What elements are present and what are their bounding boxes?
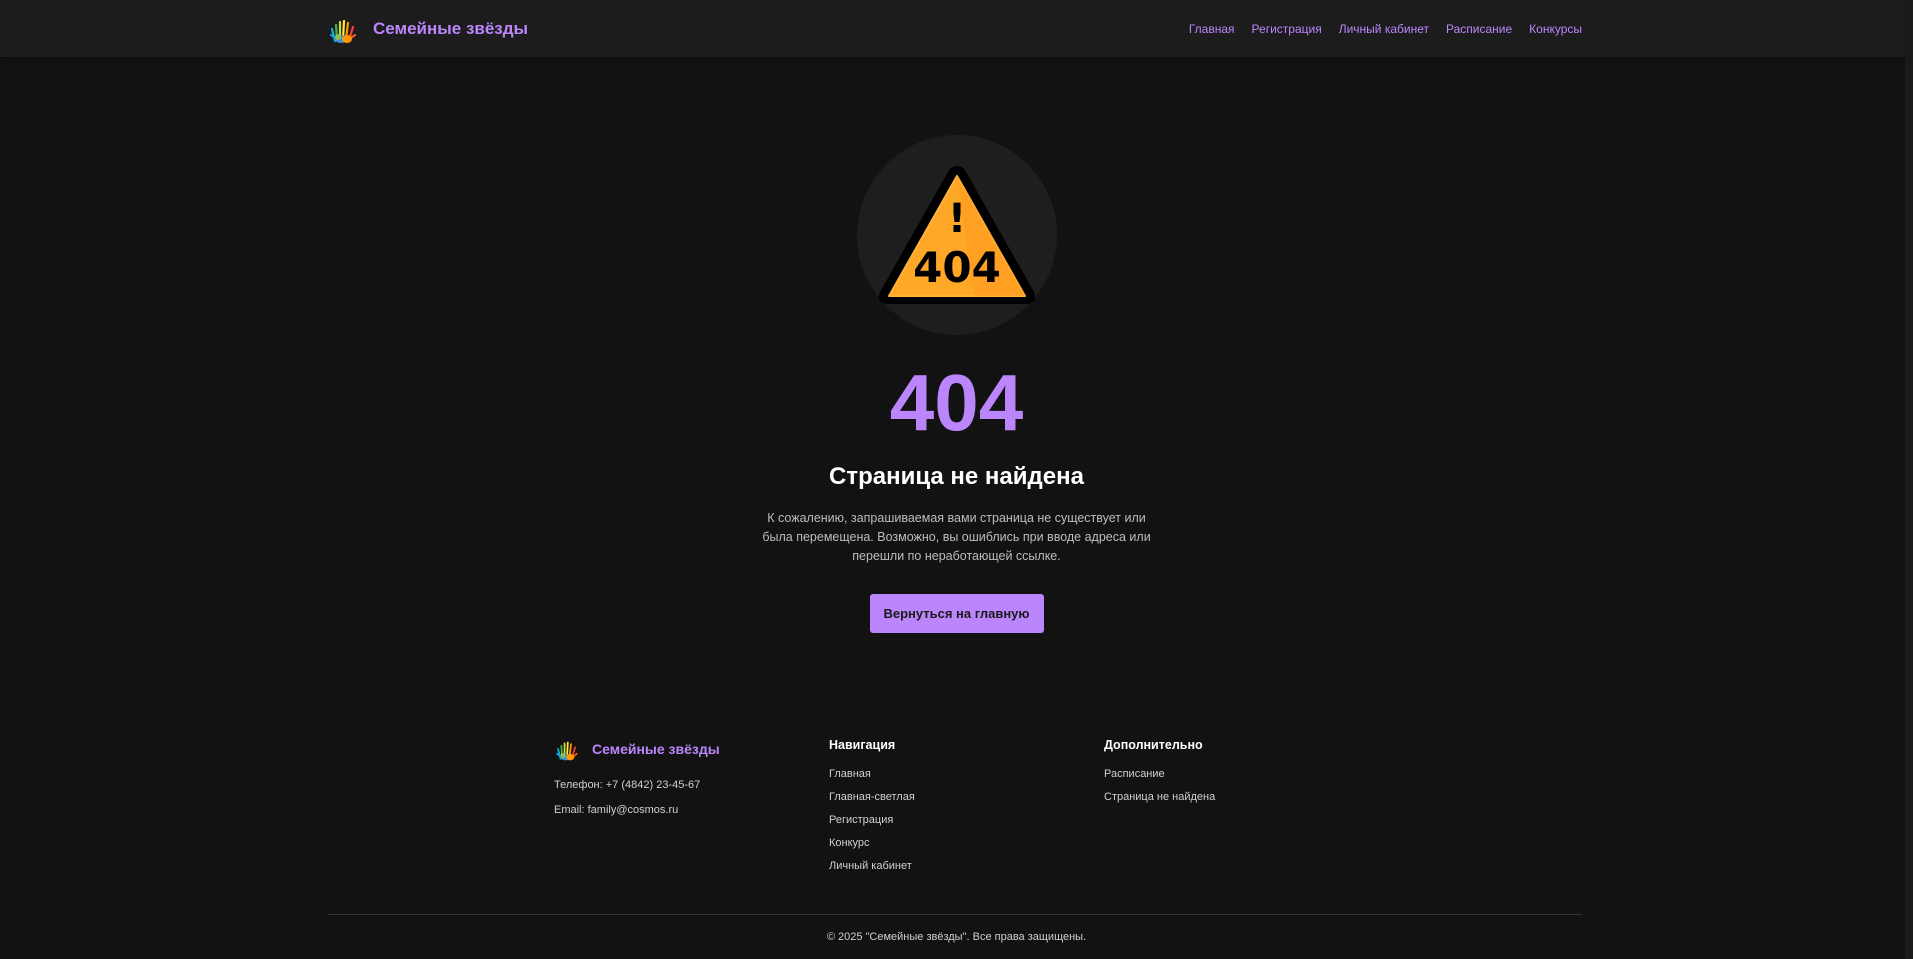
footer-columns: Семейные звёзды Телефон: +7 (4842) 23-45… <box>554 736 1384 883</box>
footer-link-registration[interactable]: Регистрация <box>829 814 1104 826</box>
nav-item-contests[interactable]: Конкурсы <box>1529 22 1582 36</box>
footer-contacts: Семейные звёзды Телефон: +7 (4842) 23-45… <box>554 736 829 883</box>
footer-phone: Телефон: +7 (4842) 23-45-67 <box>554 779 701 791</box>
scrollbar-track[interactable] <box>1905 0 1913 959</box>
error-description: К сожалению, запрашиваемая вами страница… <box>762 511 1151 563</box>
site-header: Семейные звёзды Главная Регистрация Личн… <box>0 0 1913 57</box>
footer-brand: Семейные звёзды <box>554 736 829 762</box>
warning-code: 404 <box>913 243 1001 292</box>
footer-email: Email: family@cosmos.ru <box>554 804 679 816</box>
nav-item-account[interactable]: Личный кабинет <box>1339 22 1429 36</box>
footer-nav-title: Навигация <box>829 738 896 752</box>
footer-extra: Дополнительно Расписание Страница не най… <box>1104 736 1379 883</box>
footer-link-account[interactable]: Личный кабинет <box>829 860 1104 872</box>
nav-item-schedule[interactable]: Расписание <box>1446 22 1512 36</box>
brand-name: Семейные звёзды <box>373 18 529 38</box>
hands-logo-icon <box>556 741 578 761</box>
main-nav: Главная Регистрация Личный кабинет Распи… <box>1189 22 1582 36</box>
footer-link-contest[interactable]: Конкурс <box>829 837 1104 849</box>
warning-404-icon: ! 404 <box>878 166 1035 304</box>
footer-link-schedule[interactable]: Расписание <box>1104 768 1379 780</box>
brand-link[interactable]: Семейные звёзды <box>327 13 528 45</box>
nav-item-registration[interactable]: Регистрация <box>1252 22 1322 36</box>
header-inner: Семейные звёзды Главная Регистрация Личн… <box>327 0 1582 57</box>
back-home-button[interactable]: Вернуться на главную <box>869 594 1044 633</box>
error-code: 404 <box>889 358 1024 447</box>
copyright: © 2025 "Семейные звёзды". Все права защи… <box>826 931 1087 943</box>
hands-logo-icon <box>329 19 357 43</box>
footer-divider <box>327 914 1582 915</box>
footer-link-home-light[interactable]: Главная-светлая <box>829 791 1104 803</box>
error-section: ! 404 404 Страница не найдена К сожалени… <box>0 57 1913 633</box>
footer-navigation: Навигация Главная Главная-светлая Регист… <box>829 736 1104 883</box>
footer-brand-name: Семейные звёзды <box>592 741 720 757</box>
error-icon-circle: ! 404 <box>856 135 1057 335</box>
footer-link-not-found[interactable]: Страница не найдена <box>1104 791 1379 803</box>
page-title: Страница не найдена <box>829 463 1084 490</box>
nav-item-home[interactable]: Главная <box>1189 22 1235 36</box>
footer-extra-title: Дополнительно <box>1104 738 1203 752</box>
footer-link-home[interactable]: Главная <box>829 768 1104 780</box>
warning-mark: ! <box>947 196 965 242</box>
